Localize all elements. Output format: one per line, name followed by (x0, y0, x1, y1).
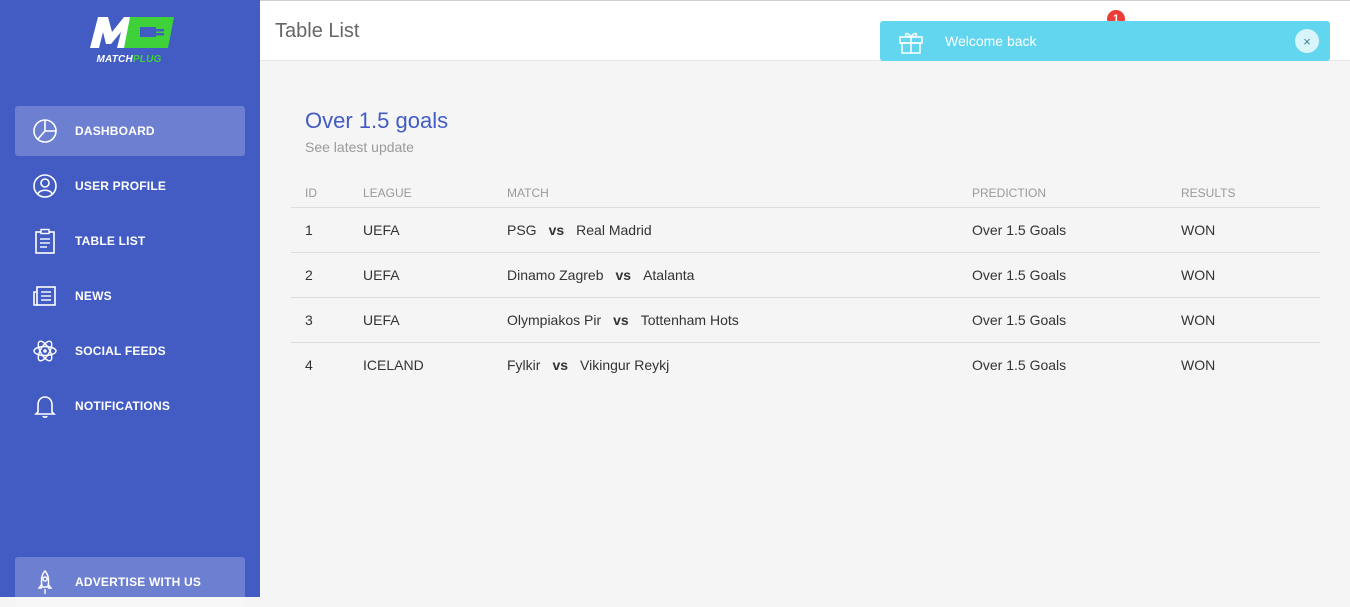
predictions-table: ID LEAGUE MATCH PREDICTION RESULTS 1 UEF… (291, 178, 1320, 387)
advertise-button[interactable]: ADVERTISE WITH US (15, 557, 245, 607)
sidebar-item-label: DASHBOARD (75, 124, 155, 138)
column-header-results: RESULTS (1167, 178, 1320, 208)
cell-result: WON (1167, 207, 1320, 253)
cell-id: 1 (291, 207, 349, 253)
away-team: Atalanta (643, 267, 695, 283)
column-header-prediction: PREDICTION (958, 178, 1167, 208)
sidebar-item-news[interactable]: NEWS (15, 271, 245, 321)
column-header-match: MATCH (493, 178, 958, 208)
cell-id: 2 (291, 252, 349, 298)
matchplug-logo[interactable]: MATCHPLUG (84, 14, 178, 70)
cell-result: WON (1181, 357, 1216, 373)
table-row: 3 UEFA Olympiakos Pir vs Tottenham Hots Ov… (291, 297, 1320, 343)
cell-match: Fylkir vs Vikingur Reykj (493, 343, 958, 388)
table-row: 4 ICELAND Fylkir vs Vikingur Reykj Over 1.… (291, 343, 1320, 388)
newspaper-icon (31, 282, 59, 310)
cell-league: UEFA (349, 252, 493, 298)
column-header-id: ID (291, 178, 349, 208)
home-team: Olympiakos Pir (507, 312, 602, 328)
sidebar-item-table-list[interactable]: TABLE LIST (15, 216, 245, 266)
user-icon (31, 172, 59, 200)
page-title: Table List (275, 20, 360, 42)
table-row: 1 UEFA PSG vs Real Madrid Over 1.5 Goals W… (291, 207, 1320, 253)
cell-league: ICELAND (363, 357, 424, 373)
sidebar-item-notifications[interactable]: NOTIFICATIONS (15, 381, 245, 431)
sidebar-item-label: USER PROFILE (75, 179, 167, 193)
card-subtitle: See latest update (305, 139, 414, 155)
sidebar-item-label: TABLE LIST (75, 234, 146, 248)
cell-match: Olympiakos Pir vs Tottenham Hots (493, 297, 958, 343)
sidebar-item-label: NOTIFICATIONS (75, 399, 171, 413)
vs-label: vs (613, 312, 629, 328)
home-team: PSG (507, 222, 537, 238)
vs-label: vs (552, 357, 569, 373)
toast-message: Welcome back (945, 33, 1037, 49)
cell-match: Dinamo Zagreb vs Atalanta (493, 252, 958, 298)
cell-league: UEFA (349, 297, 493, 343)
away-team: Vikingur Reykj (580, 357, 670, 373)
cell-result: WON (1167, 252, 1320, 298)
home-team: Fylkir (507, 357, 541, 373)
sidebar-item-dashboard[interactable]: DASHBOARD (15, 106, 245, 156)
advertise-label: ADVERTISE WITH US (75, 575, 202, 589)
cell-prediction: Over 1.5 Goals (958, 252, 1167, 298)
home-team: Dinamo Zagreb (507, 267, 604, 283)
sidebar-item-user-profile[interactable]: USER PROFILE (15, 161, 245, 211)
away-team: Real Madrid (576, 222, 652, 238)
cell-match: PSG vs Real Madrid (493, 207, 958, 253)
clipboard-icon (31, 227, 59, 255)
gift-icon (897, 27, 925, 55)
bell-icon (31, 392, 59, 420)
welcome-toast: Welcome back × (880, 21, 1330, 61)
cell-id: 4 (305, 357, 313, 373)
rocket-icon (31, 568, 59, 596)
sidebar-item-label: SOCIAL FEEDS (75, 344, 166, 358)
toast-close-button[interactable]: × (1295, 29, 1319, 53)
sidebar-item-social-feeds[interactable]: SOCIAL FEEDS (15, 326, 245, 376)
cell-id: 3 (291, 297, 349, 343)
vs-label: vs (615, 267, 632, 283)
vs-label: vs (548, 222, 565, 238)
logo-wordmark: MATCHPLUG (96, 54, 162, 65)
cell-result: WON (1167, 297, 1320, 343)
sidebar: MATCHPLUG DASHBOARD USER PROFILE TABLE L… (0, 0, 260, 607)
column-header-league: LEAGUE (349, 178, 493, 208)
sidebar-item-label: NEWS (75, 289, 112, 303)
table-row: 2 UEFA Dinamo Zagreb vs Atalanta Over 1.5 … (291, 252, 1320, 298)
table-header-row: ID LEAGUE MATCH PREDICTION RESULTS (291, 178, 1320, 208)
atom-icon (31, 337, 59, 365)
pie-chart-icon (31, 117, 59, 145)
logo-mark-icon (90, 17, 174, 48)
cell-prediction: Over 1.5 Goals (958, 207, 1167, 253)
cell-prediction: Over 1.5 Goals (958, 297, 1167, 343)
cell-prediction: Over 1.5 Goals (972, 357, 1067, 373)
card-title: Over 1.5 goals (305, 108, 449, 133)
cell-league: UEFA (349, 207, 493, 253)
away-team: Tottenham Hots (640, 312, 739, 328)
